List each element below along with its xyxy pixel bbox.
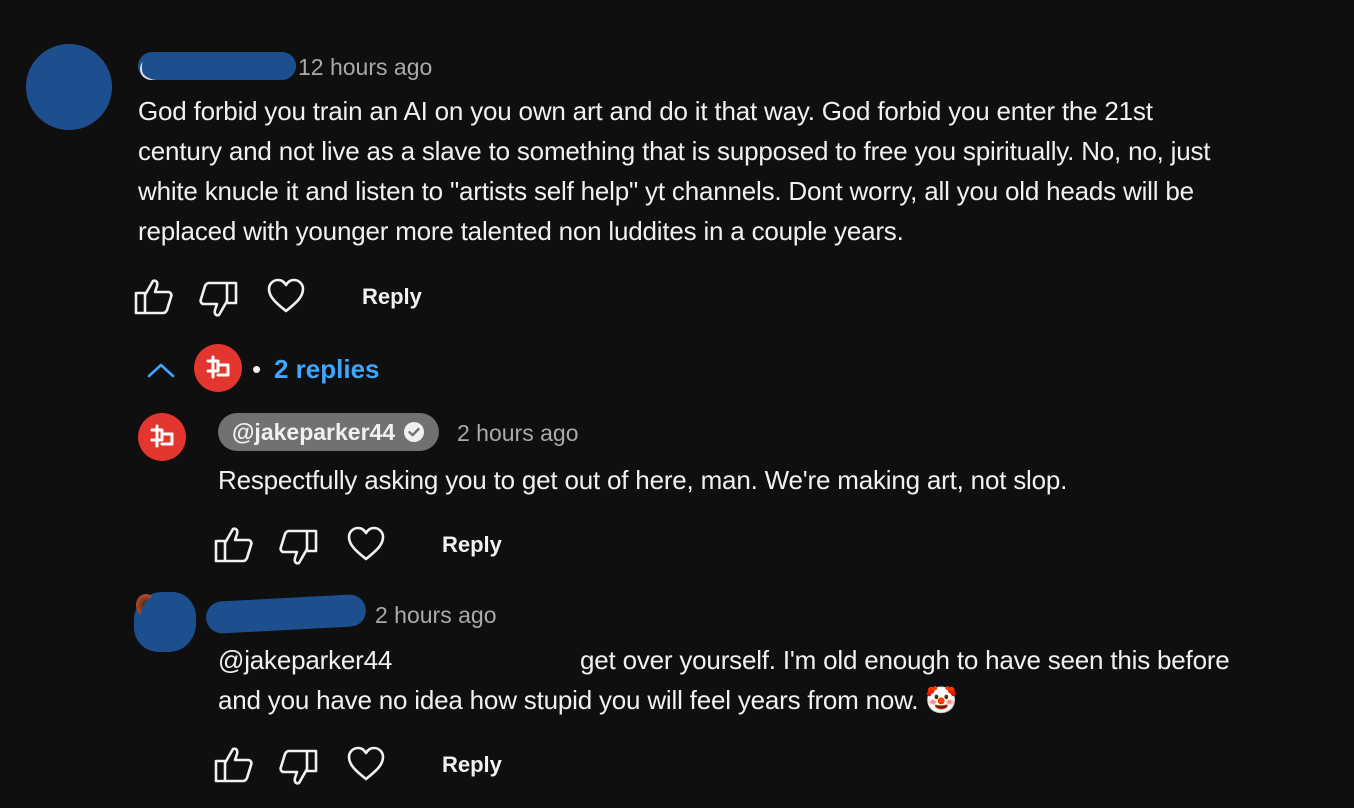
verified-check-icon <box>404 422 425 442</box>
creator-avatar-icon <box>194 344 242 392</box>
avatar[interactable] <box>26 44 112 130</box>
author-chip[interactable]: @jakeparker44 <box>218 413 440 451</box>
comment-line: white knucle it and listen to "artists s… <box>138 176 1194 206</box>
replies-toggle[interactable]: • 2 replies <box>140 344 400 396</box>
dislike-button[interactable] <box>278 748 318 786</box>
heart-button[interactable] <box>346 526 386 562</box>
reply-body-line: get over yourself. I'm old enough to hav… <box>580 645 1230 675</box>
thumbs-down-icon <box>279 749 318 785</box>
comment-line: replaced with younger more talented non … <box>138 216 904 246</box>
thumbs-down-icon <box>199 281 238 317</box>
heart-icon <box>267 278 305 313</box>
heart-button[interactable] <box>346 746 386 782</box>
author-name: @jakeparker44 <box>232 418 396 445</box>
reply-timestamp[interactable]: 2 hours ago <box>457 420 578 447</box>
reply-button[interactable]: Reply <box>442 752 502 778</box>
reply-body: Respectfully asking you to get out of he… <box>218 465 1068 495</box>
reply-button[interactable]: Reply <box>442 532 502 558</box>
thumbs-up-icon <box>214 527 253 563</box>
reply-timestamp[interactable]: 2 hours ago <box>375 602 496 629</box>
thumbs-up-icon <box>134 279 173 315</box>
like-button[interactable] <box>214 746 254 784</box>
comment-line: God forbid you train an AI on you own ar… <box>138 96 1153 126</box>
reply-mention[interactable]: @jakeparker44 <box>218 640 392 680</box>
chevron-up-icon <box>147 363 175 378</box>
like-button[interactable] <box>134 278 174 316</box>
heart-icon <box>347 526 385 561</box>
comment-line: century and not live as a slave to somet… <box>138 136 1211 166</box>
thumbs-down-icon <box>279 529 318 565</box>
heart-button[interactable] <box>266 278 306 314</box>
clown-emoji: 🤡 <box>925 685 958 715</box>
creator-avatar[interactable] <box>138 413 186 461</box>
like-button[interactable] <box>214 526 254 564</box>
comment-timestamp[interactable]: 12 hours ago <box>298 54 432 81</box>
dislike-button[interactable] <box>198 280 238 318</box>
comment-body: God forbid you train an AI on you own ar… <box>138 91 1338 251</box>
replies-count[interactable]: 2 replies <box>274 354 380 385</box>
dislike-button[interactable] <box>278 528 318 566</box>
reply-button[interactable]: Reply <box>362 284 422 310</box>
reply-body-text: and you have no idea how stupid you will… <box>218 685 919 715</box>
heart-icon <box>347 746 385 781</box>
author-name-redaction <box>205 593 367 635</box>
thumbs-up-icon <box>214 747 253 783</box>
avatar-redaction <box>26 44 112 130</box>
replies-bullet: • <box>252 354 262 384</box>
reply-body-line: and you have no idea how stupid you will… <box>218 680 958 720</box>
creator-logo-icon <box>150 424 174 448</box>
